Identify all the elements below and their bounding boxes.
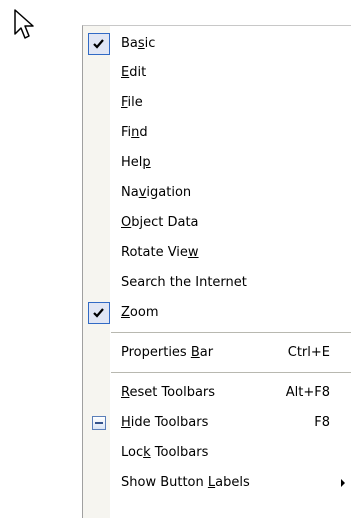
menu-item-zoom[interactable]: Zoom (83, 299, 351, 328)
menu-item-help[interactable]: Help (83, 149, 351, 178)
hide-toolbars-icon (92, 416, 106, 430)
menu-item-label: Rotate View (121, 245, 199, 260)
menu-item-edit[interactable]: Edit (83, 59, 351, 88)
toolbars-context-menu: Basic Edit File Find Help Navigation Obj… (82, 25, 351, 518)
menu-item-hide-toolbars[interactable]: Hide Toolbars F8 (83, 409, 351, 438)
submenu-arrow-icon (341, 479, 345, 487)
menu-item-label: Lock Toolbars (121, 445, 209, 460)
menu-item-rotate-view[interactable]: Rotate View (83, 239, 351, 268)
mouse-pointer-icon (13, 8, 43, 48)
menu-item-label: Properties Bar (121, 345, 214, 360)
menu-item-find[interactable]: Find (83, 119, 351, 148)
menu-item-label: Hide Toolbars (121, 415, 209, 430)
menu-item-label: Reset Toolbars (121, 385, 216, 400)
menu-item-label: Help (121, 155, 151, 170)
menu-item-label: Basic (121, 36, 156, 51)
menu-item-label: Find (121, 125, 148, 140)
menu-separator (111, 332, 351, 333)
menu-item-object-data[interactable]: Object Data (83, 209, 351, 238)
menu-item-properties-bar[interactable]: Properties Bar Ctrl+E (83, 339, 351, 368)
checkmark-icon (88, 33, 110, 55)
menu-item-label: Zoom (121, 305, 159, 320)
menu-item-reset-toolbars[interactable]: Reset Toolbars Alt+F8 (83, 379, 351, 408)
menu-item-label: Navigation (121, 185, 192, 200)
menu-item-navigation[interactable]: Navigation (83, 179, 351, 208)
menu-item-label: Search the Internet (121, 275, 247, 290)
menu-item-shortcut: Alt+F8 (285, 385, 330, 400)
menu-item-shortcut: F8 (314, 415, 330, 430)
menu-item-label: File (121, 95, 143, 110)
menu-item-file[interactable]: File (83, 89, 351, 118)
menu-item-basic[interactable]: Basic (83, 30, 351, 59)
menu-item-search-the-internet[interactable]: Search the Internet (83, 269, 351, 298)
menu-item-label: Edit (121, 65, 147, 80)
menu-separator (111, 372, 351, 373)
menu-item-label: Object Data (121, 215, 199, 230)
menu-item-shortcut: Ctrl+E (287, 345, 330, 360)
menu-item-lock-toolbars[interactable]: Lock Toolbars (83, 439, 351, 468)
menu-item-show-button-labels[interactable]: Show Button Labels (83, 469, 351, 498)
checkmark-icon (88, 302, 110, 324)
menu-item-label: Show Button Labels (121, 475, 250, 490)
